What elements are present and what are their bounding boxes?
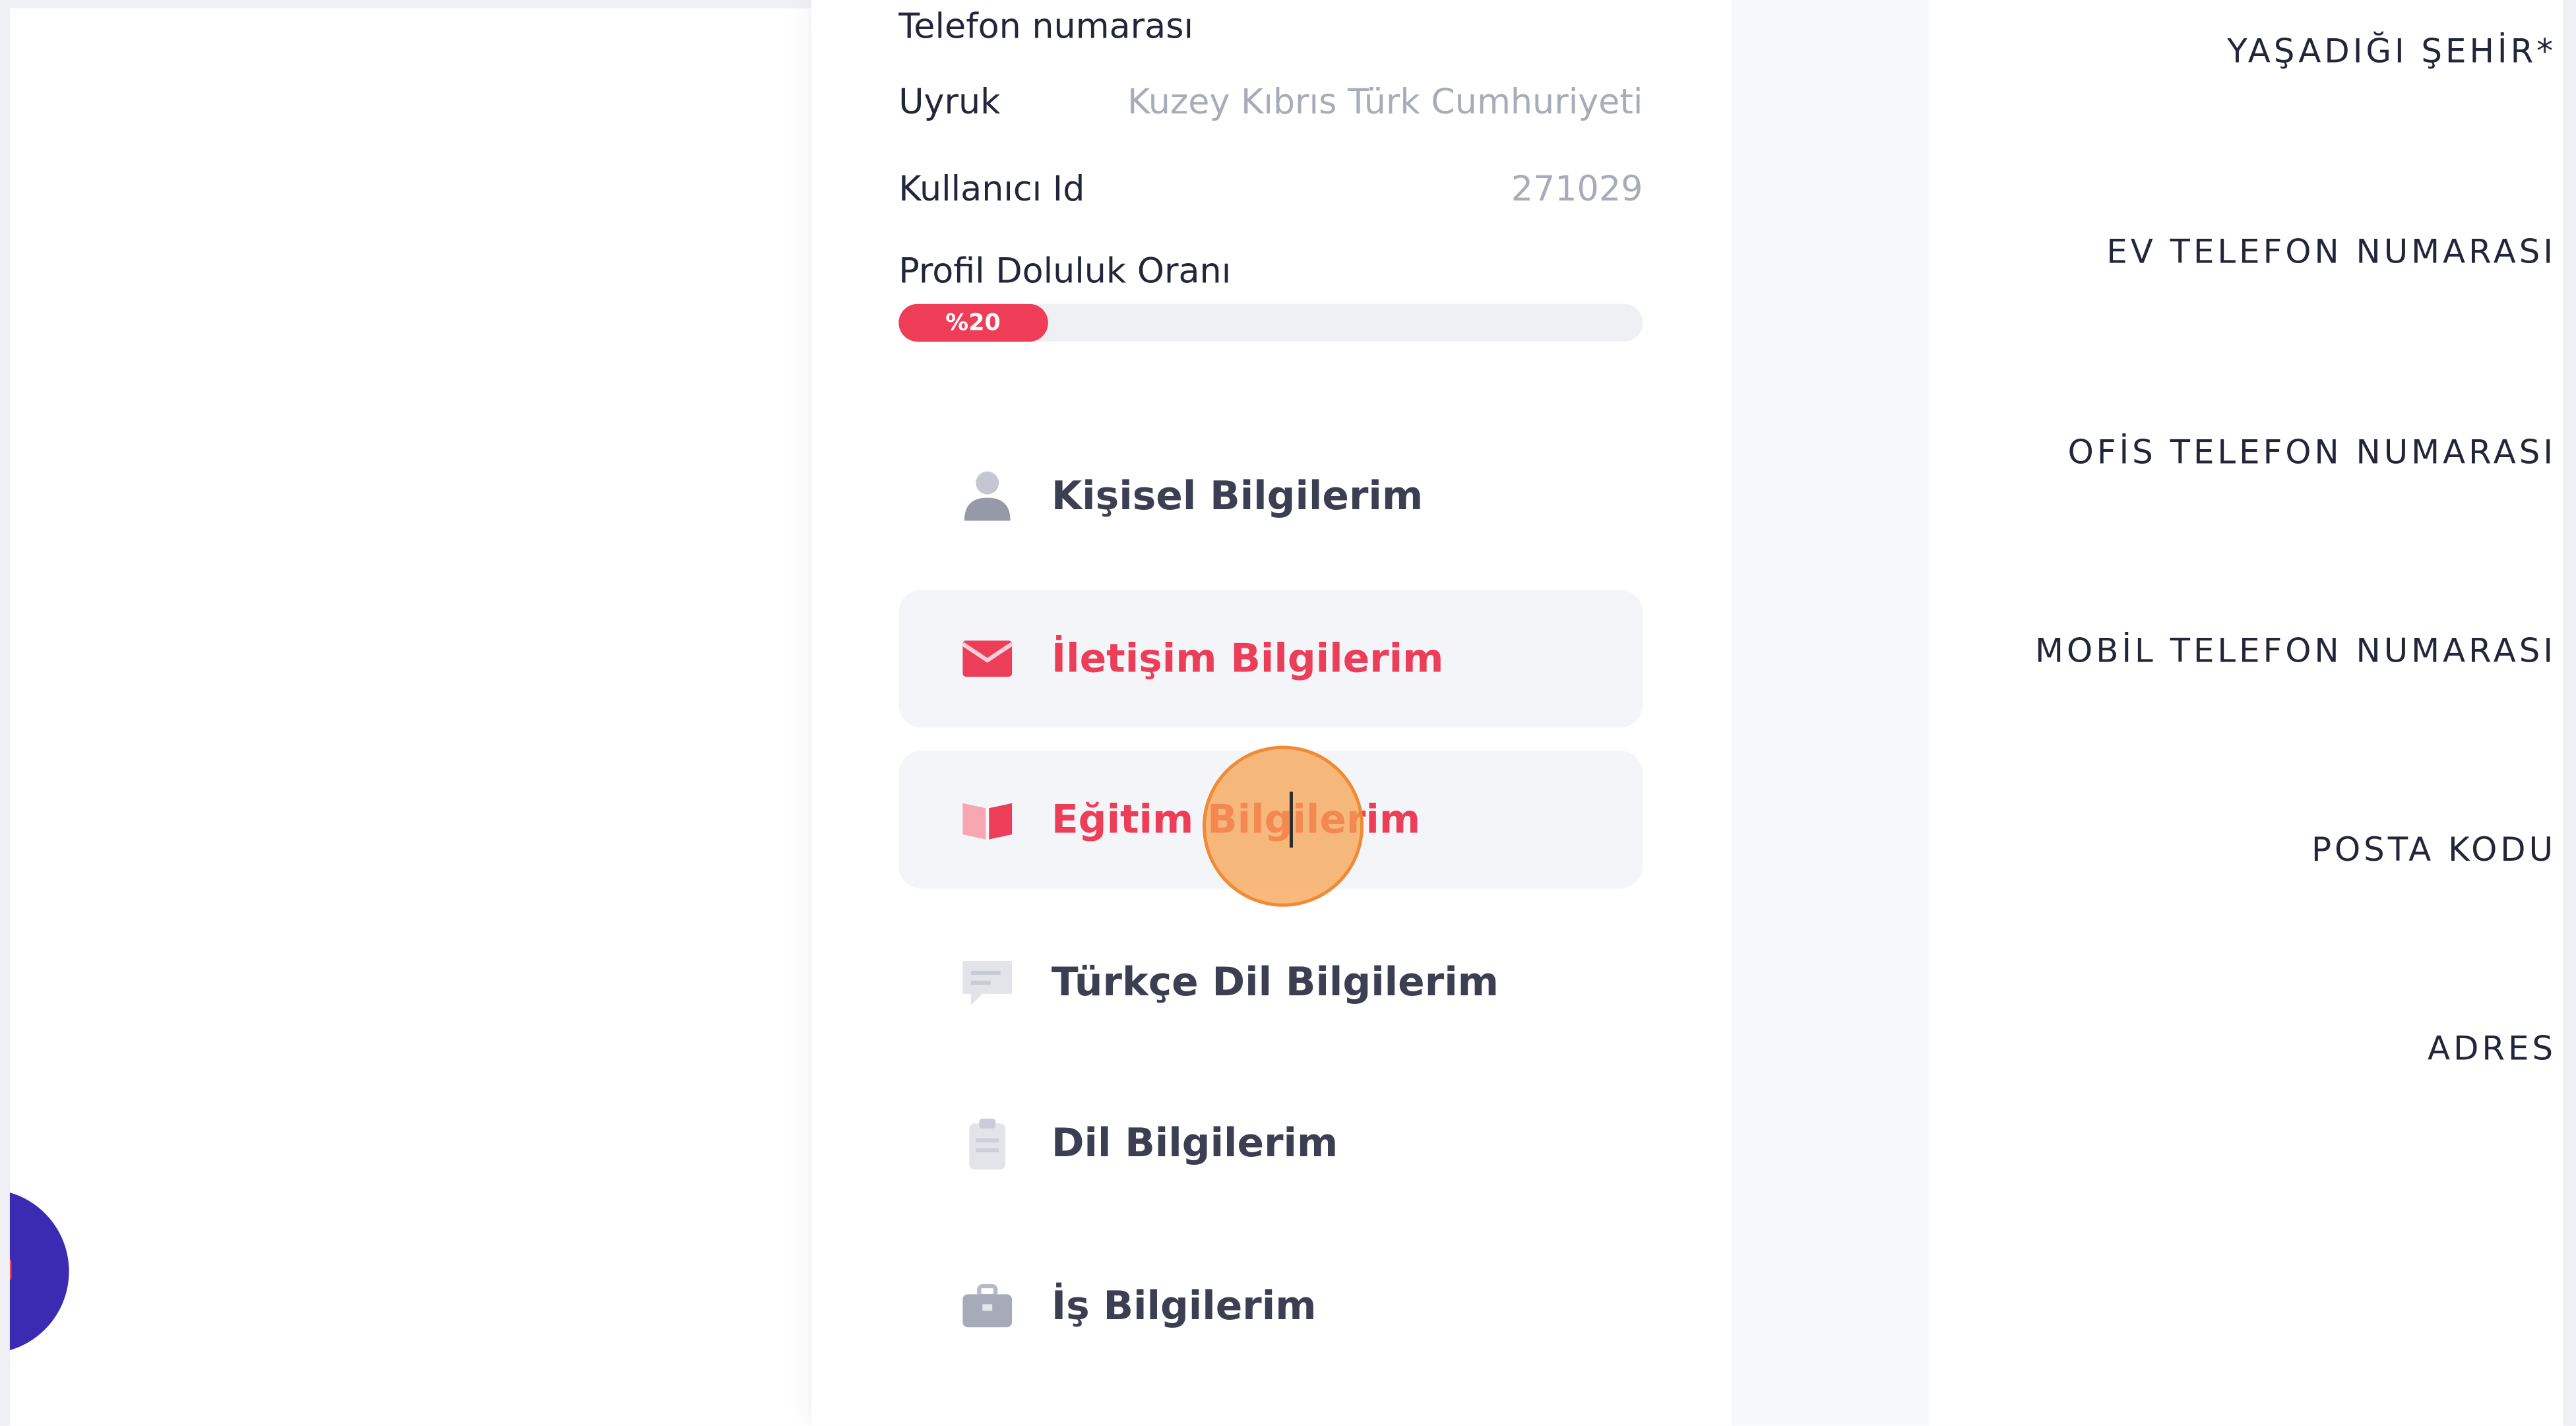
- left-background: [9, 8, 809, 1426]
- menu-item-label: Kişisel Bilgilerim: [1051, 473, 1424, 519]
- cursor-highlight: [1202, 745, 1364, 907]
- menu-item-label: İletişim Bilgilerim: [1051, 635, 1444, 682]
- field-label-mobile-phone: MOBİL TELEFON NUMARASI: [2035, 631, 2557, 671]
- menu-item-label: Türkçe Dil Bilgilerim: [1051, 959, 1499, 1006]
- profile-completion-label: Profil Doluluk Oranı: [898, 251, 1232, 291]
- field-label-address: ADRES: [2428, 1028, 2557, 1068]
- field-label-city: YAŞADIĞI ŞEHİR*: [2227, 31, 2557, 71]
- menu-item-label: İş Bilgilerim: [1051, 1283, 1317, 1329]
- window-frame-right: [2563, 0, 2576, 1426]
- content-gutter: [1731, 0, 1929, 1426]
- menu-item-label: Dil Bilgilerim: [1051, 1120, 1338, 1167]
- nationality-value: Kuzey Kıbrıs Türk Cumhuriyeti: [1127, 82, 1643, 122]
- text-cursor: [1289, 791, 1293, 848]
- menu-item-job-info[interactable]: İş Bilgilerim: [898, 1237, 1643, 1375]
- profile-completion-bar: %20: [898, 303, 1643, 342]
- screen: Telefon numarası Uyruk Kuzey Kıbrıs Türk…: [0, 0, 2576, 1426]
- menu-item-contact-info[interactable]: İletişim Bilgilerim: [898, 590, 1643, 728]
- book-icon: [958, 790, 1017, 850]
- menu-item-language-info[interactable]: Dil Bilgilerim: [898, 1074, 1643, 1212]
- menu-item-personal-info[interactable]: Kişisel Bilgilerim: [898, 427, 1643, 565]
- user-id-value: 271029: [1511, 169, 1643, 209]
- profile-completion-fill: %20: [898, 303, 1048, 342]
- user-icon: [958, 466, 1017, 526]
- user-id-label: Kullanıcı Id: [898, 169, 1085, 209]
- window-frame-left: [0, 0, 10, 1426]
- nationality-label: Uyruk: [898, 82, 1001, 122]
- field-label-home-phone: EV TELEFON NUMARASI: [2106, 232, 2557, 271]
- contact-form-panel: [1928, 0, 2563, 1426]
- field-label-office-phone: OFİS TELEFON NUMARASI: [2067, 431, 2557, 472]
- field-label-postal-code: POSTA KODU: [2311, 829, 2557, 869]
- briefcase-icon: [958, 1276, 1017, 1336]
- envelope-icon: [958, 629, 1017, 689]
- phone-label: Telefon numarası: [898, 6, 1194, 46]
- chat-icon: [958, 952, 1017, 1012]
- menu-item-turkish-language-info[interactable]: Türkçe Dil Bilgilerim: [898, 914, 1643, 1051]
- clipboard-icon: [958, 1113, 1017, 1173]
